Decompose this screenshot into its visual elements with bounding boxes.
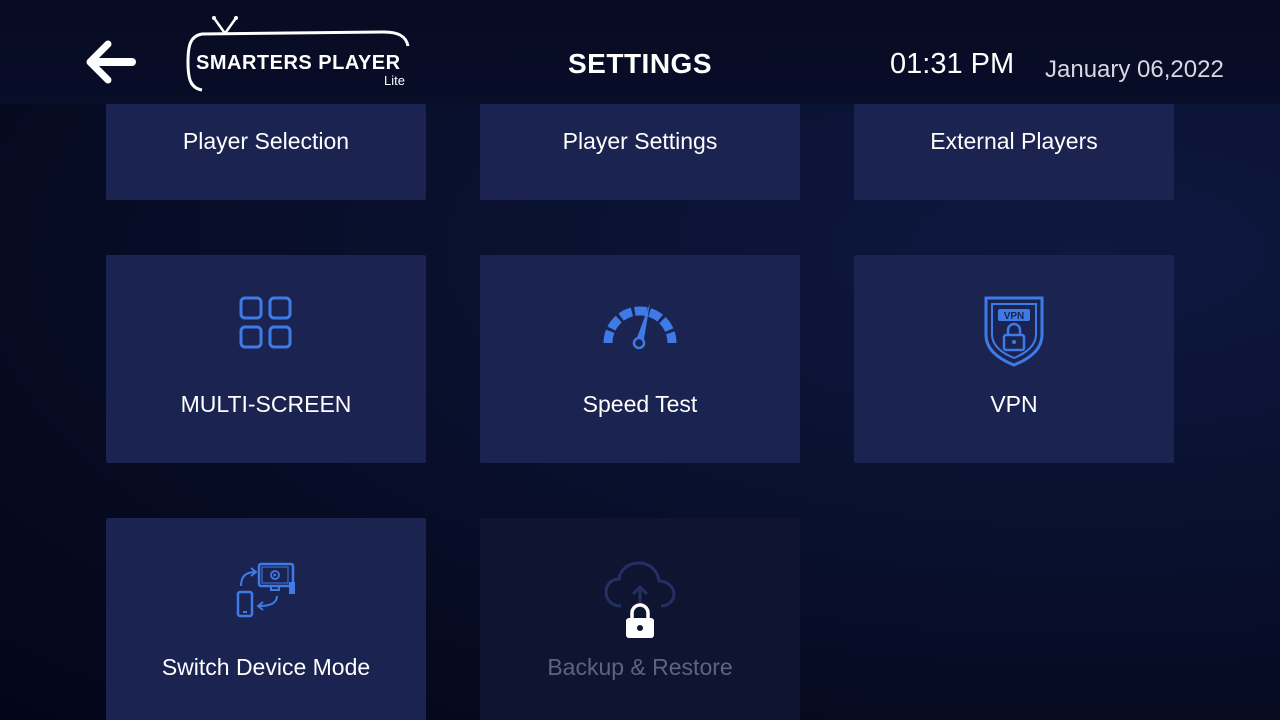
lock-icon	[626, 603, 654, 638]
vpn-tile[interactable]: VPN VPN	[854, 255, 1174, 463]
player-settings-tile[interactable]: Player Settings	[480, 104, 800, 200]
tile-label: Backup & Restore	[547, 654, 733, 680]
logo-brand: SMARTERS PLAYER	[196, 52, 401, 74]
logo-edition: Lite	[384, 73, 405, 88]
tile-label: Speed Test	[582, 391, 698, 417]
multi-screen-tile[interactable]: MULTI-SCREEN	[106, 255, 426, 463]
backup-restore-tile: Backup & Restore	[480, 518, 800, 720]
tile-label: External Players	[930, 128, 1098, 154]
speed-test-tile[interactable]: Speed Test	[480, 255, 800, 463]
device-switch-icon	[236, 562, 295, 618]
top-bar: SMARTERS PLAYER Lite SETTINGS 01:31 PM J…	[0, 0, 1280, 104]
svg-text:VPN: VPN	[1004, 311, 1025, 322]
speedometer-icon	[603, 303, 677, 350]
tile-label: VPN	[990, 391, 1038, 417]
external-players-tile[interactable]: External Players	[854, 104, 1174, 200]
back-arrow-icon[interactable]	[84, 40, 136, 84]
settings-grid: Player Selection Player Settings Externa…	[0, 0, 1280, 720]
tile-label: MULTI-SCREEN	[180, 391, 352, 417]
vpn-shield-lock-icon: VPN	[984, 296, 1044, 367]
player-selection-tile[interactable]: Player Selection	[106, 104, 426, 200]
page-title: SETTINGS	[567, 48, 712, 79]
multi-screen-grid-icon	[239, 296, 292, 349]
clock-time: 01:31 PM	[890, 48, 1015, 80]
clock-date: January 06,2022	[1045, 56, 1224, 83]
switch-device-mode-tile[interactable]: Switch Device Mode	[106, 518, 426, 720]
tile-label: Player Settings	[562, 128, 718, 154]
app-logo: SMARTERS PLAYER Lite	[184, 16, 414, 94]
tile-label: Player Selection	[182, 128, 350, 154]
tile-label: Switch Device Mode	[161, 654, 371, 680]
